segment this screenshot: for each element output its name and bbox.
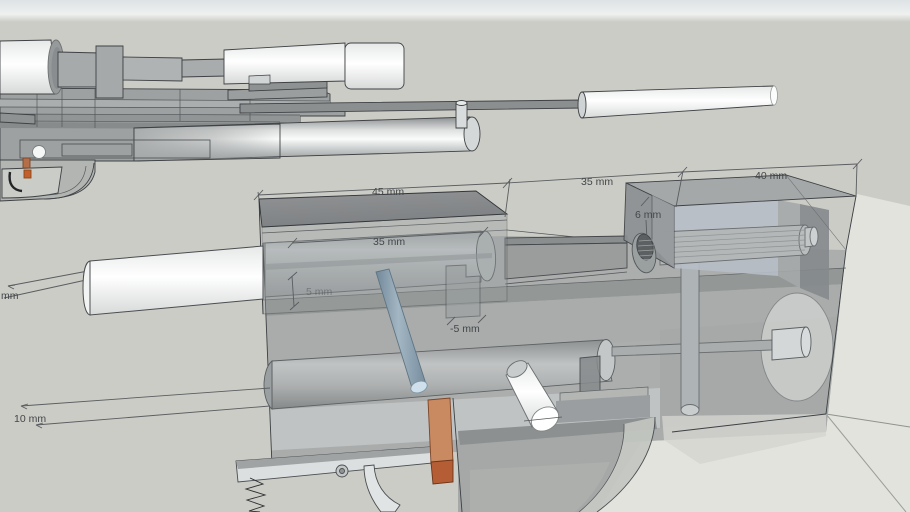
svg-text:mm: mm <box>1 290 19 302</box>
svg-text:35 mm: 35 mm <box>373 236 405 248</box>
svg-text:-5 mm: -5 mm <box>450 323 480 335</box>
svg-text:5 mm: 5 mm <box>306 286 333 298</box>
svg-text:35 mm: 35 mm <box>581 176 613 188</box>
svg-text:6 mm: 6 mm <box>635 209 662 221</box>
svg-text:45 mm: 45 mm <box>372 186 404 198</box>
svg-text:40 mm: 40 mm <box>755 170 787 182</box>
svg-text:10 mm: 10 mm <box>14 413 46 425</box>
